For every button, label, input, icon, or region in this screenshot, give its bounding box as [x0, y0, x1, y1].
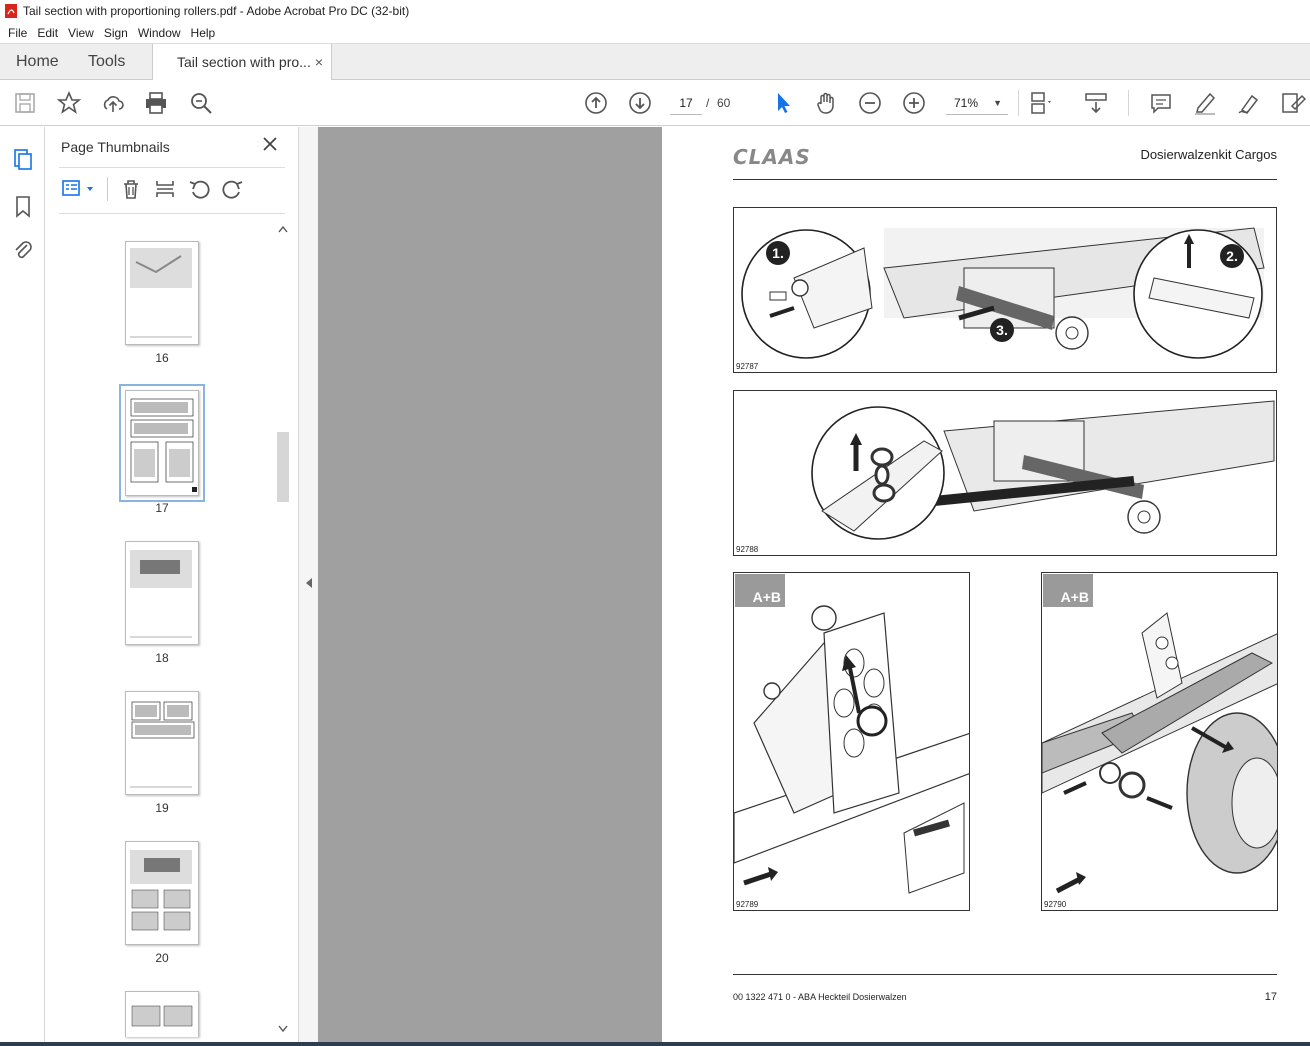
callout-1: 1.	[772, 245, 784, 261]
save-icon[interactable]	[12, 90, 38, 116]
chevron-down-icon: ▼	[993, 98, 1002, 108]
page-thumbnails-panel: Page Thumbnails 16 17 18 19 20	[45, 127, 298, 1042]
page-thumbnail[interactable]	[125, 841, 199, 945]
attachments-paperclip-icon[interactable]	[11, 239, 35, 263]
page-separator: /	[706, 96, 710, 110]
toolbar-divider	[107, 177, 108, 201]
panel-splitter[interactable]	[298, 127, 318, 1042]
tab-document-label: Tail section with pro...	[177, 54, 311, 70]
bookmark-star-icon[interactable]	[56, 90, 82, 116]
next-page-icon[interactable]	[627, 90, 653, 116]
print-icon[interactable]	[143, 90, 169, 116]
page-thumbnail-selected[interactable]	[119, 384, 205, 502]
figure-92789: A+B 92789	[733, 572, 970, 911]
figure-id: 92790	[1044, 900, 1067, 909]
bookmarks-icon[interactable]	[11, 194, 35, 218]
figure-92790: A+B 92790	[1041, 572, 1278, 911]
figure-id: 92788	[736, 545, 759, 554]
title-bar: Tail section with proportioning rollers.…	[0, 0, 1310, 22]
tab-bar: Home Tools Tail section with pro... ×	[0, 43, 1310, 81]
menu-view[interactable]: View	[68, 26, 94, 40]
rotate-clockwise-icon[interactable]	[221, 177, 245, 201]
page-header-title: Dosierwalzenkit Cargos	[1140, 147, 1277, 162]
panel-divider	[59, 213, 285, 214]
figure-92787: 1. 2. 3. 92787	[733, 207, 1277, 373]
callout-3: 3.	[996, 322, 1008, 338]
pdf-page: CLAAS Dosierwalzenkit Cargos 1. 2. 3. 92…	[662, 127, 1310, 1042]
toolbar-divider	[1018, 90, 1019, 116]
left-navigation-rail	[0, 127, 45, 1042]
thumbnail-page-number: 17	[155, 501, 169, 515]
menu-bar: File Edit View Sign Window Help	[0, 22, 1310, 43]
sign-pen-icon[interactable]	[1236, 90, 1262, 116]
main-toolbar	[0, 80, 1310, 126]
callout-2: 2.	[1226, 248, 1238, 264]
tab-document[interactable]: Tail section with pro... ×	[152, 44, 332, 81]
zoom-out-icon[interactable]	[857, 90, 883, 116]
page-footer-number: 17	[1264, 991, 1277, 1003]
window-title: Tail section with proportioning rollers.…	[23, 4, 410, 18]
figure-id: 92787	[736, 362, 759, 371]
page-thumbnail[interactable]	[125, 541, 199, 645]
figure-92788: 92788	[733, 390, 1277, 556]
previous-page-icon[interactable]	[583, 90, 609, 116]
footer-rule	[733, 974, 1277, 975]
page-footer-text: 00 1322 471 0 - ABA Heckteil Dosierwalze…	[733, 992, 907, 1002]
thumbnail-toolbar	[59, 175, 287, 203]
tab-home[interactable]: Home	[16, 44, 59, 80]
scroll-mode-icon[interactable]	[1083, 90, 1109, 116]
taskbar-strip	[0, 1042, 1310, 1046]
total-pages: 60	[717, 96, 731, 110]
collapse-panel-icon[interactable]	[304, 577, 314, 589]
page-thumbnail[interactable]	[125, 991, 199, 1037]
zoom-level-value: 71%	[954, 96, 979, 110]
menu-file[interactable]: File	[8, 26, 27, 40]
select-cursor-icon[interactable]	[770, 90, 796, 116]
thumbnail-page-number: 16	[155, 351, 169, 365]
page-thumbnail[interactable]	[125, 691, 199, 795]
zoom-in-icon[interactable]	[901, 90, 927, 116]
close-panel-icon[interactable]	[261, 135, 279, 153]
panel-title: Page Thumbnails	[61, 139, 170, 155]
menu-help[interactable]: Help	[191, 26, 216, 40]
upload-cloud-icon[interactable]	[100, 90, 126, 116]
tab-tools[interactable]: Tools	[88, 44, 125, 80]
comment-icon[interactable]	[1148, 90, 1174, 116]
page-number-input[interactable]: 17	[670, 91, 702, 115]
zoom-search-icon[interactable]	[188, 90, 214, 116]
acrobat-icon	[5, 4, 17, 18]
extract-pages-icon[interactable]	[153, 177, 177, 201]
page-thumbnails-icon[interactable]	[11, 147, 35, 171]
zoom-level-select[interactable]: 71% ▼	[946, 91, 1008, 115]
hand-tool-icon[interactable]	[813, 90, 839, 116]
menu-edit[interactable]: Edit	[37, 26, 58, 40]
tab-close-icon[interactable]: ×	[315, 44, 323, 80]
header-rule	[733, 179, 1277, 180]
claas-logo: CLAAS	[733, 145, 811, 169]
panel-divider	[59, 167, 285, 168]
menu-sign[interactable]: Sign	[104, 26, 128, 40]
version-tag: A+B	[735, 574, 785, 607]
figure-id: 92789	[736, 900, 759, 909]
rotate-counterclockwise-icon[interactable]	[187, 177, 211, 201]
thumbnail-options-icon[interactable]	[61, 177, 97, 201]
menu-window[interactable]: Window	[138, 26, 181, 40]
delete-page-icon[interactable]	[119, 177, 143, 201]
more-tools-icon[interactable]	[1280, 90, 1307, 116]
highlight-pen-icon[interactable]	[1192, 90, 1218, 116]
thumbnail-page-number: 19	[155, 801, 169, 815]
toolbar-divider	[1128, 90, 1129, 116]
thumbnail-scrollbar[interactable]	[275, 220, 291, 1040]
page-display-icon[interactable]	[1028, 90, 1054, 116]
version-tag: A+B	[1043, 574, 1093, 607]
thumbnail-page-number: 20	[155, 951, 169, 965]
page-thumbnail[interactable]	[125, 241, 199, 345]
thumbnail-page-number: 18	[155, 651, 169, 665]
